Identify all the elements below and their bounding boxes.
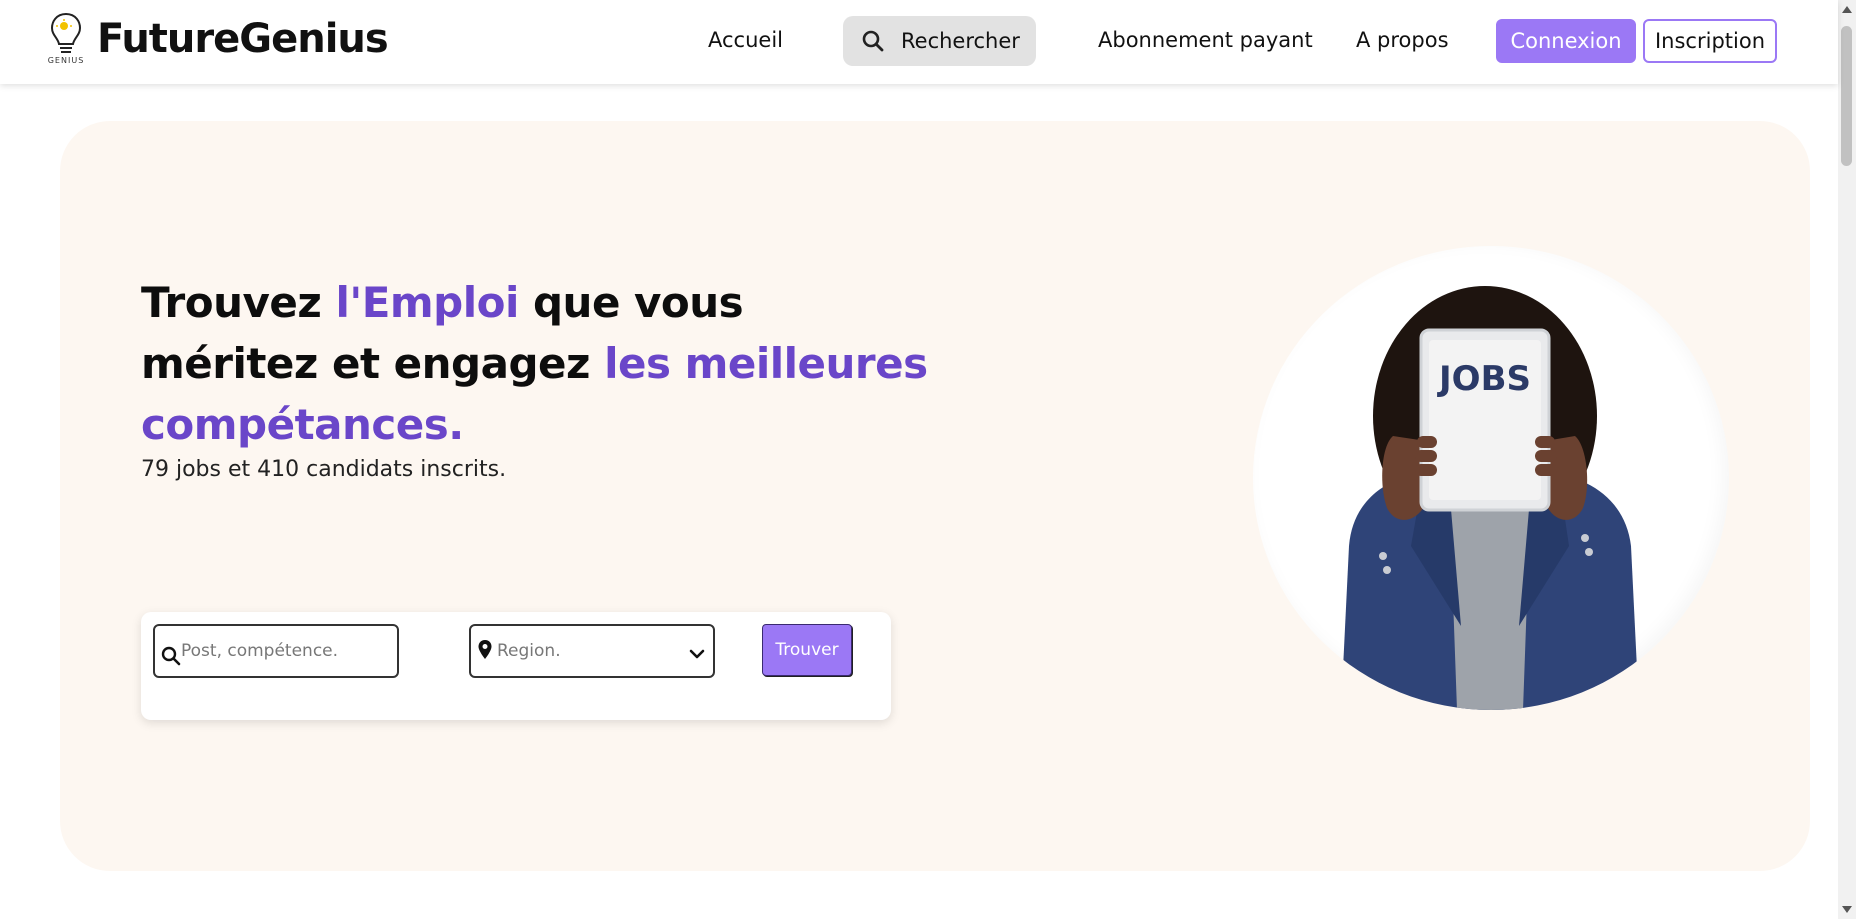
hero-headline: Trouvez l'Emploi que vous méritez et eng… (141, 272, 931, 455)
job-search-card: Post, compétence. Region. Trouver (141, 612, 891, 720)
logo-caption: GENIUS (47, 56, 85, 65)
scroll-thumb[interactable] (1841, 26, 1852, 166)
nav-about[interactable]: A propos (1356, 28, 1449, 52)
post-search-input[interactable]: Post, compétence. (153, 624, 399, 678)
nav-search-button[interactable]: Rechercher (843, 16, 1036, 66)
hero-illustration: JOBS (1253, 246, 1729, 710)
region-select[interactable]: Region. (469, 624, 715, 678)
headline-accent1: l'Emploi (335, 278, 519, 327)
brand-name[interactable]: FutureGenius (97, 16, 389, 62)
chevron-down-icon (689, 649, 705, 659)
find-button[interactable]: Trouver (762, 624, 852, 676)
post-search-placeholder: Post, compétence. (181, 641, 339, 661)
scroll-down-arrow-icon[interactable] (1842, 906, 1852, 913)
search-icon (161, 646, 181, 666)
nav-subscription[interactable]: Abonnement payant (1098, 28, 1313, 52)
scroll-up-arrow-icon[interactable] (1842, 6, 1852, 13)
nav-search-label: Rechercher (901, 29, 1020, 53)
hero-stats: 79 jobs et 410 candidats inscrits. (141, 457, 507, 482)
signup-button[interactable]: Inscription (1643, 19, 1777, 63)
person-holding-tablet-illustration: JOBS (1341, 286, 1639, 710)
lightbulb-logo-icon (50, 12, 82, 53)
location-pin-icon (478, 640, 492, 659)
logo[interactable]: GENIUS (40, 10, 92, 74)
headline-part1: Trouvez (141, 278, 336, 327)
tablet-jobs-text: JOBS (1437, 359, 1531, 399)
login-button[interactable]: Connexion (1496, 19, 1636, 63)
region-select-placeholder: Region. (497, 641, 561, 661)
page-scrollbar[interactable] (1838, 0, 1856, 919)
site-header: GENIUS FutureGenius Accueil Rechercher A… (0, 0, 1838, 84)
search-icon (862, 30, 884, 52)
nav-home[interactable]: Accueil (708, 28, 783, 52)
